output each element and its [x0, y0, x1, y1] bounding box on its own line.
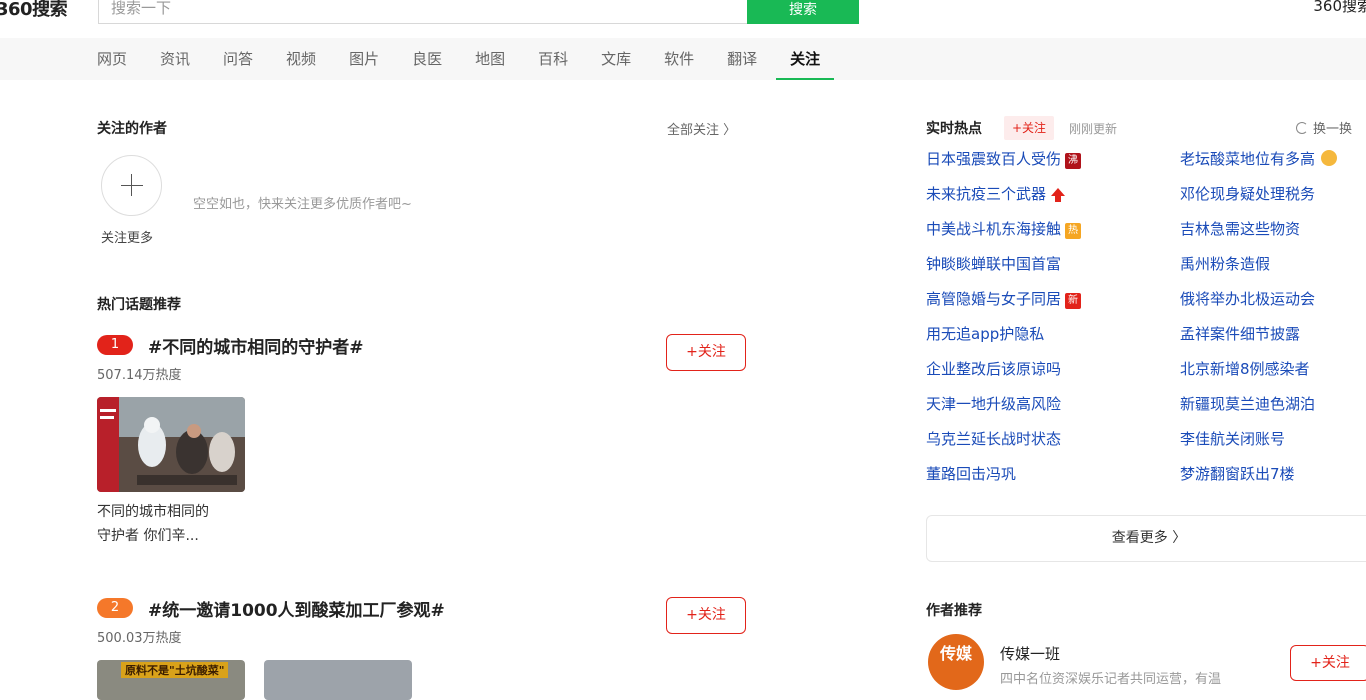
hot-item[interactable]: 钟睒睒蝉联中国首富	[926, 253, 1180, 288]
topic-title[interactable]: #不同的城市相同的守护者#	[148, 333, 364, 358]
top-right-link[interactable]: 360搜索	[1313, 0, 1366, 16]
hot-item[interactable]: 日本强震致百人受伤沸	[926, 148, 1180, 183]
author-rec-title: 作者推荐	[926, 603, 982, 619]
trending-up-icon	[1051, 188, 1066, 202]
hot-item[interactable]: 新疆现莫兰迪色湖泊	[1180, 393, 1366, 428]
tab-0[interactable]: 网页	[97, 38, 127, 80]
topics-title: 热门话题推荐	[97, 297, 181, 313]
thumb-caption: 原料不是"土坑酸菜"	[121, 662, 229, 678]
refresh-icon	[1296, 122, 1308, 134]
nav-tabs: 网页 资讯 问答 视频 图片 良医 地图 百科 文库 软件 翻译 关注	[97, 38, 853, 80]
hot-item[interactable]: 董路回击冯巩	[926, 463, 1180, 498]
hot-item[interactable]: 孟祥案件细节披露	[1180, 323, 1366, 358]
hot-tag: 新	[1065, 293, 1082, 309]
hot-item-text: 孟祥案件细节披露	[1180, 325, 1301, 343]
hot-item-text: 日本强震致百人受伤	[926, 150, 1062, 168]
see-more-button[interactable]: 查看更多 〉	[926, 515, 1366, 562]
topic-desc-line: 守护者 你们辛...	[97, 528, 199, 544]
hot-item-text: 用无追app护隐私	[926, 325, 1045, 343]
topic-follow-button[interactable]: +关注	[666, 597, 746, 634]
empty-text: 空空如也，快来关注更多优质作者吧~	[193, 197, 412, 212]
nav-bar: 网页 资讯 问答 视频 图片 良医 地图 百科 文库 软件 翻译 关注	[0, 38, 1366, 80]
topic-heat: 507.14万热度	[97, 368, 182, 383]
hot-item-text: 天津一地升级高风险	[926, 395, 1062, 413]
author-follow-button[interactable]: +关注	[1290, 645, 1366, 681]
hot-item[interactable]: 老坛酸菜地位有多高	[1180, 148, 1366, 183]
tab-7[interactable]: 百科	[538, 38, 568, 80]
all-follows-link[interactable]: 全部关注 〉	[667, 119, 736, 138]
updated-text: 刚刚更新	[1069, 122, 1118, 136]
authors-title: 关注的作者	[97, 121, 167, 137]
hot-item-text: 高管隐婚与女子同居	[926, 290, 1062, 308]
search-input[interactable]: 搜索一下	[98, 0, 748, 24]
avatar[interactable]: 传媒	[928, 634, 984, 690]
tab-6[interactable]: 地图	[475, 38, 505, 80]
emoji-icon	[1321, 150, 1338, 166]
tab-2[interactable]: 问答	[223, 38, 253, 80]
add-follow-button[interactable]	[101, 155, 162, 216]
hot-item-text: 新疆现莫兰迪色湖泊	[1180, 395, 1316, 413]
tab-1[interactable]: 资讯	[160, 38, 190, 80]
hot-item[interactable]: 禹州粉条造假	[1180, 253, 1366, 288]
hot-item-text: 梦游翻窗跃出7楼	[1180, 465, 1295, 483]
rank-badge: 2	[97, 598, 133, 618]
hot-item-text: 俄将举办北极运动会	[1180, 290, 1316, 308]
topic-follow-button[interactable]: +关注	[666, 334, 746, 371]
refresh-button[interactable]: 换一换	[1296, 118, 1352, 137]
hot-item[interactable]: 俄将举办北极运动会	[1180, 288, 1366, 323]
hot-item[interactable]: 李佳航关闭账号	[1180, 428, 1366, 463]
hot-tag: 热	[1065, 223, 1082, 239]
hot-tag: 沸	[1065, 153, 1082, 169]
tab-3[interactable]: 视频	[286, 38, 316, 80]
author-name[interactable]: 传媒一班	[1000, 643, 1060, 664]
hot-list: 日本强震致百人受伤沸老坛酸菜地位有多高 未来抗疫三个武器 邓伦现身疑处理税务 中美战斗…	[926, 148, 1366, 498]
hot-item[interactable]: 北京新增8例感染者	[1180, 358, 1366, 393]
hot-item-text: 邓伦现身疑处理税务	[1180, 185, 1316, 203]
topic-thumbnail[interactable]	[264, 660, 412, 700]
rank-badge: 1	[97, 335, 133, 355]
hot-item-text: 李佳航关闭账号	[1180, 430, 1286, 448]
logo[interactable]: 360搜索	[0, 0, 68, 21]
topic-thumbnail[interactable]: 原料不是"土坑酸菜"	[97, 660, 245, 700]
topic-desc-line: 不同的城市相同的	[97, 504, 209, 520]
topic-title[interactable]: #统一邀请1000人到酸菜加工厂参观#	[148, 596, 445, 621]
hot-item[interactable]: 用无追app护隐私	[926, 323, 1180, 358]
refresh-label: 换一换	[1313, 122, 1353, 137]
hot-item-text: 董路回击冯巩	[926, 465, 1017, 483]
hot-item-text: 乌克兰延长战时状态	[926, 430, 1062, 448]
plus-icon	[121, 174, 143, 196]
hot-item[interactable]: 乌克兰延长战时状态	[926, 428, 1180, 463]
hot-item[interactable]: 高管隐婚与女子同居新	[926, 288, 1180, 323]
hot-item-text: 禹州粉条造假	[1180, 255, 1271, 273]
hot-item-text: 老坛酸菜地位有多高	[1180, 150, 1316, 168]
topic-desc: 不同的城市相同的 守护者 你们辛...	[97, 500, 257, 548]
tab-8[interactable]: 文库	[601, 38, 631, 80]
search-button[interactable]: 搜索	[747, 0, 859, 24]
hot-item-text: 吉林急需这些物资	[1180, 220, 1301, 238]
hot-item[interactable]: 企业整改后该原谅吗	[926, 358, 1180, 393]
hot-item-text: 中美战斗机东海接触	[926, 220, 1062, 238]
hot-item[interactable]: 吉林急需这些物资	[1180, 218, 1366, 253]
follow-more-link[interactable]: 关注更多	[101, 227, 153, 246]
hot-item-text: 钟睒睒蝉联中国首富	[926, 255, 1062, 273]
hot-item-text: 北京新增8例感染者	[1180, 360, 1310, 378]
hot-item[interactable]: 天津一地升级高风险	[926, 393, 1180, 428]
hot-item[interactable]: 邓伦现身疑处理税务	[1180, 183, 1366, 218]
tab-11[interactable]: 关注	[776, 38, 835, 80]
author-desc: 四中名位资深娱乐记者共同运营，有温	[1000, 672, 1222, 687]
hot-title: 实时热点	[926, 121, 982, 137]
tab-5[interactable]: 良医	[412, 38, 442, 80]
hot-follow-badge[interactable]: +关注	[1004, 116, 1055, 140]
hot-item[interactable]: 中美战斗机东海接触热	[926, 218, 1180, 253]
topic-heat: 500.03万热度	[97, 631, 182, 646]
tab-4[interactable]: 图片	[349, 38, 379, 80]
hot-item-text: 未来抗疫三个武器	[926, 185, 1047, 203]
tab-10[interactable]: 翻译	[727, 38, 757, 80]
topic-thumbnail[interactable]	[97, 397, 245, 492]
hot-item[interactable]: 未来抗疫三个武器	[926, 183, 1180, 218]
tab-9[interactable]: 软件	[664, 38, 694, 80]
hot-item-text: 企业整改后该原谅吗	[926, 360, 1062, 378]
hot-item[interactable]: 梦游翻窗跃出7楼	[1180, 463, 1366, 498]
top-search-bar: 360搜索 搜索一下 搜索 360搜索	[0, 0, 1366, 38]
